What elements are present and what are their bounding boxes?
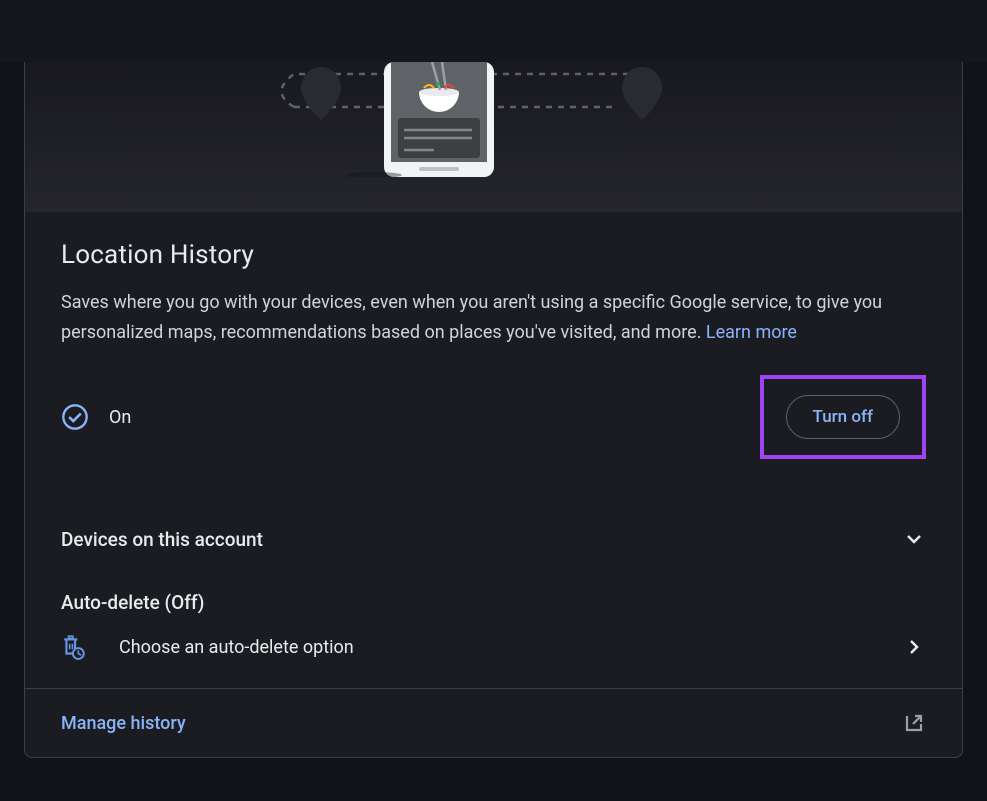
auto-delete-row[interactable]: Choose an auto-delete option [61, 634, 926, 660]
manage-history-row[interactable]: Manage history [25, 689, 962, 757]
top-bar [0, 0, 987, 62]
auto-delete-section: Auto-delete (Off) Choose an auto-delete … [61, 573, 926, 688]
learn-more-link[interactable]: Learn more [706, 322, 797, 343]
auto-delete-icon [61, 634, 87, 660]
location-history-card: Location History Saves where you go with… [24, 62, 963, 758]
status-indicator: On [61, 403, 131, 431]
auto-delete-option-label: Choose an auto-delete option [119, 637, 354, 658]
hero-banner [25, 62, 962, 212]
turn-off-button[interactable]: Turn off [786, 395, 900, 439]
highlight-annotation: Turn off [760, 375, 926, 459]
check-circle-icon [61, 403, 89, 431]
manage-history-label: Manage history [61, 713, 186, 734]
devices-row[interactable]: Devices on this account [61, 505, 926, 573]
external-link-icon [902, 711, 926, 735]
status-row: On Turn off [61, 375, 926, 459]
location-illustration [264, 62, 724, 177]
content-section: Location History Saves where you go with… [25, 212, 962, 689]
auto-delete-title: Auto-delete (Off) [61, 591, 926, 614]
chevron-down-icon [902, 527, 926, 551]
devices-label: Devices on this account [61, 528, 263, 551]
chevron-right-icon [902, 635, 926, 659]
section-description: Saves where you go with your devices, ev… [61, 288, 926, 347]
status-label: On [109, 407, 131, 428]
section-title: Location History [61, 240, 926, 270]
